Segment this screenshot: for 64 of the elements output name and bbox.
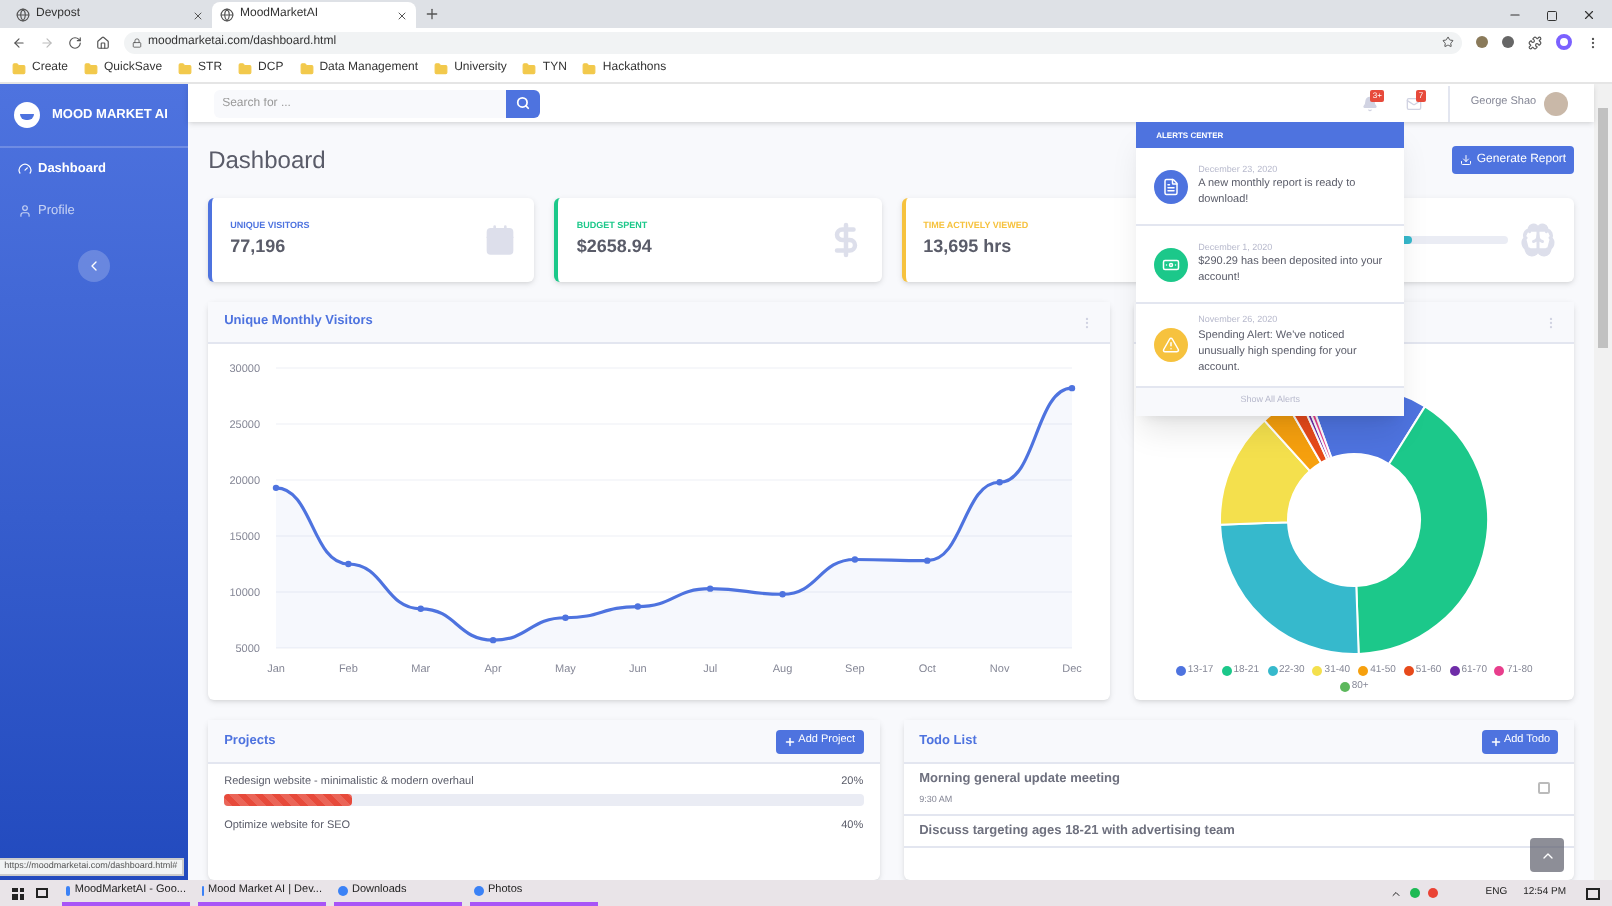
calendar-icon: [484, 224, 517, 256]
stat-value: $2658.94: [576, 233, 654, 260]
minimize-icon[interactable]: [1508, 8, 1522, 22]
close-tab-icon[interactable]: [192, 9, 204, 21]
data-point: [273, 484, 280, 492]
data-point: [345, 560, 352, 568]
data-point: [490, 636, 497, 644]
data-point: [707, 585, 714, 592]
download-icon: [1460, 154, 1473, 166]
plus-icon: [1489, 735, 1502, 747]
tab-favicon-icon: [220, 8, 234, 22]
windows-start-icon[interactable]: [12, 887, 24, 899]
dashboard-icon: [18, 162, 32, 176]
scroll-to-top-button[interactable]: [1530, 838, 1565, 872]
file-icon: [1162, 177, 1181, 195]
notifications-icon[interactable]: [1586, 887, 1600, 899]
money-icon: [1162, 255, 1181, 273]
collapse-sidebar-button[interactable]: [78, 250, 111, 282]
data-point: [562, 614, 569, 621]
extensions-icon[interactable]: [1528, 35, 1542, 49]
data-point: [634, 603, 642, 610]
task-view-icon[interactable]: [36, 888, 48, 898]
back-icon[interactable]: [12, 35, 26, 49]
folder-icon: [178, 62, 193, 76]
folder-icon: [84, 62, 99, 76]
search-icon: [516, 96, 531, 110]
page-title: Dashboard: [208, 144, 326, 178]
new-tab-icon[interactable]: [424, 6, 440, 22]
close-tab-icon[interactable]: [396, 9, 408, 21]
folder-icon: [434, 62, 449, 76]
stat-value: 77,196: [230, 233, 288, 260]
folder-icon: [522, 62, 537, 76]
extension-icon[interactable]: [1476, 36, 1488, 48]
data-point: [1069, 384, 1076, 392]
data-point: [996, 479, 1003, 486]
warning-icon: [1162, 335, 1181, 354]
tab-favicon-icon: [16, 8, 30, 22]
data-point: [924, 557, 931, 564]
folder-icon: [299, 62, 314, 76]
menu-icon[interactable]: [1586, 35, 1600, 49]
folder-icon: [582, 62, 597, 76]
folder-icon: [238, 62, 253, 76]
app-icon: [474, 886, 484, 896]
close-window-icon[interactable]: [1582, 8, 1596, 22]
plus-icon: [784, 735, 797, 747]
reload-icon[interactable]: [68, 35, 82, 49]
smiley-logo-icon: [14, 102, 40, 128]
app-icon: [338, 886, 348, 896]
tray-chevron-icon[interactable]: [1389, 887, 1402, 899]
bookmark-star-icon[interactable]: [1442, 36, 1454, 48]
data-point: [851, 556, 859, 563]
todo-checkbox[interactable]: [1538, 782, 1551, 795]
brain-icon: [1520, 222, 1557, 258]
data-point: [779, 591, 786, 598]
search-button[interactable]: [506, 89, 541, 117]
profile-avatar-icon[interactable]: [1556, 34, 1572, 50]
extension-icon[interactable]: [1502, 36, 1514, 48]
app-icon: [66, 886, 71, 896]
lock-icon: [132, 37, 142, 47]
home-icon[interactable]: [96, 35, 110, 49]
folder-icon: [12, 62, 26, 76]
user-icon: [18, 204, 32, 218]
restore-icon[interactable]: [1546, 9, 1558, 21]
data-point: [417, 605, 425, 612]
